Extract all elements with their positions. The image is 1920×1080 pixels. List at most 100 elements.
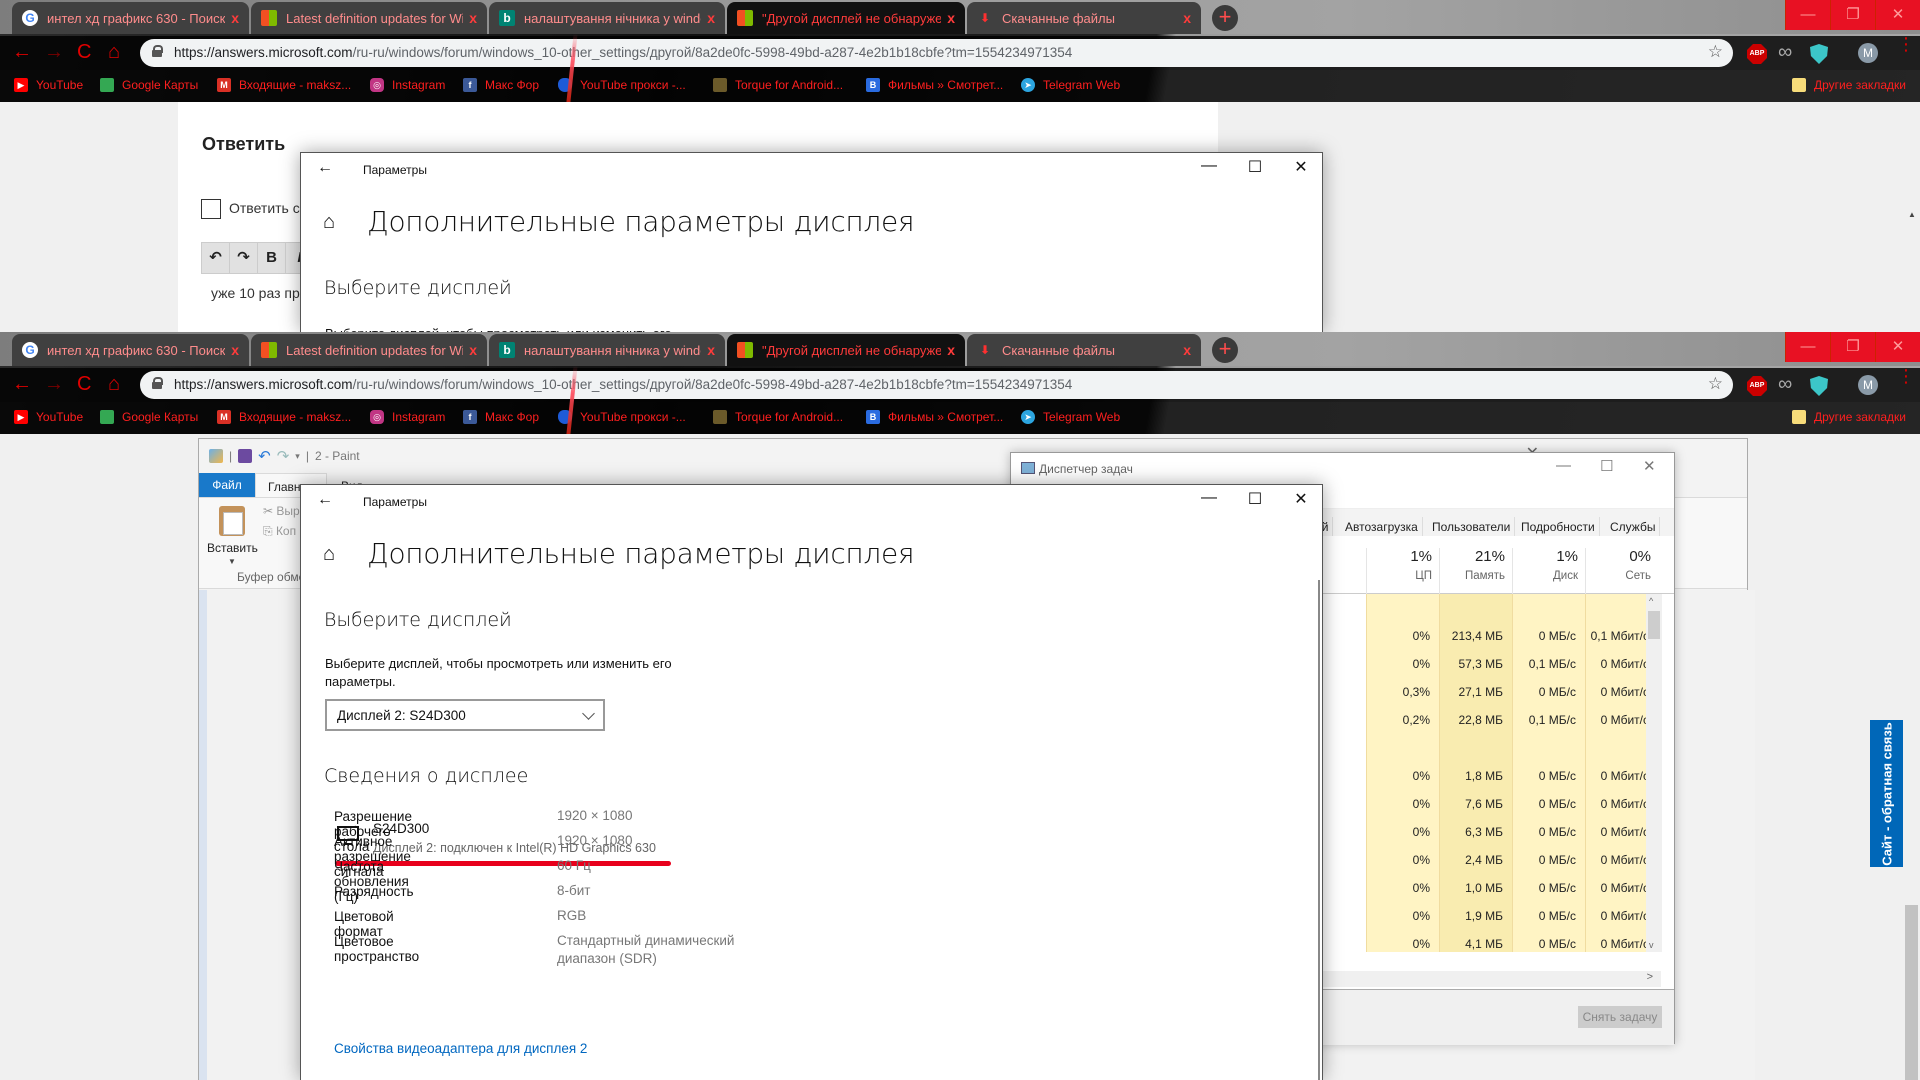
bookmark-instagram[interactable]: ◎ Instagram	[370, 410, 445, 424]
file-tab[interactable]: Файл	[199, 473, 255, 497]
browser-tab-active[interactable]: "Другой дисплей не обнаружен" x	[727, 2, 965, 34]
tab-startup[interactable]: Автозагрузка	[1341, 517, 1423, 537]
bookmark-gmail[interactable]: M Входящие - maksz...	[217, 78, 351, 92]
browser-restore-button[interactable]: ❐	[1830, 0, 1875, 30]
shield-extension-icon[interactable]	[1810, 376, 1828, 396]
bookmark-youtube-proxy[interactable]: YouTube прокси -...	[558, 410, 686, 424]
reload-icon[interactable]: C	[77, 41, 91, 64]
other-bookmarks-folder[interactable]: Другие закладки	[1792, 410, 1906, 424]
tab-details[interactable]: Подробности	[1517, 517, 1600, 537]
forward-icon[interactable]: →	[44, 41, 64, 64]
cut-button[interactable]: ✂ Выр	[263, 504, 300, 518]
close-tab-icon[interactable]: x	[231, 10, 239, 26]
browser-restore-button[interactable]: ❐	[1830, 332, 1875, 362]
new-tab-button[interactable]: +	[1212, 337, 1238, 363]
close-tab-icon[interactable]: x	[947, 342, 955, 358]
address-bar[interactable]: https://answers.microsoft.com/ru-ru/wind…	[140, 371, 1733, 399]
adapter-properties-link[interactable]: Свойства видеоадаптера для дисплея 2	[334, 1041, 587, 1056]
maximize-button[interactable]: ☐	[1232, 157, 1278, 177]
reload-icon[interactable]: C	[77, 373, 91, 396]
bookmark-telegram[interactable]: ➤ Telegram Web	[1021, 78, 1120, 92]
kebab-menu-icon[interactable]: ⋮	[1897, 35, 1915, 53]
feedback-tab[interactable]: Сайт - обратная связь	[1870, 720, 1903, 867]
bookmark-google-maps[interactable]: Google Карты	[100, 78, 198, 92]
network-column-header[interactable]: 0% Сеть	[1585, 548, 1657, 594]
customize-qat-icon[interactable]: ▾	[295, 451, 300, 462]
close-tab-icon[interactable]: x	[707, 10, 715, 26]
memory-column-header[interactable]: 21% Память	[1439, 548, 1511, 594]
page-scrollbar-thumb[interactable]	[1905, 905, 1918, 1080]
redo-button[interactable]: ↷	[230, 243, 258, 273]
browser-tab[interactable]: b налаштування нічника у windows x	[489, 334, 725, 366]
minimize-button[interactable]: —	[1186, 157, 1232, 175]
close-button[interactable]: ✕	[1278, 157, 1322, 177]
bookmark-youtube[interactable]: ▶ YouTube	[14, 78, 83, 92]
browser-tab[interactable]: b налаштування нічника у windows x	[489, 2, 725, 34]
home-icon[interactable]: ⌂	[323, 211, 335, 234]
home-icon[interactable]: ⌂	[108, 373, 120, 396]
tab-services[interactable]: Службы	[1606, 517, 1661, 537]
kebab-menu-icon[interactable]: ⋮	[1897, 367, 1915, 385]
cpu-column-header[interactable]: 1% ЦП	[1366, 548, 1438, 594]
scroll-down-arrow[interactable]: v	[1649, 940, 1654, 950]
profile-avatar[interactable]: M	[1858, 375, 1878, 395]
save-icon[interactable]	[238, 449, 253, 463]
close-tab-icon[interactable]: x	[947, 10, 955, 26]
bookmark-instagram[interactable]: ◎ Instagram	[370, 78, 445, 92]
page-scroll-up-arrow[interactable]: ▲	[1908, 210, 1916, 219]
maximize-button[interactable]: ☐	[1232, 489, 1278, 509]
close-button[interactable]: ✕	[1278, 489, 1322, 509]
display-select-dropdown[interactable]: Дисплей 2: S24D300	[325, 699, 605, 731]
adblock-plus-icon[interactable]: ABP	[1747, 44, 1767, 64]
tm-vertical-scrollbar[interactable]: ^ v	[1646, 594, 1662, 952]
bookmark-telegram[interactable]: ➤ Telegram Web	[1021, 410, 1120, 424]
bookmark-facebook[interactable]: f Макс Фор	[463, 78, 539, 92]
back-icon[interactable]: ←	[12, 373, 32, 396]
scroll-right-arrow[interactable]: >	[1647, 971, 1653, 983]
browser-minimize-button[interactable]: —	[1785, 332, 1830, 362]
scroll-up-arrow[interactable]: ^	[1649, 596, 1653, 606]
copy-button[interactable]: ⎘ Коп	[263, 524, 296, 539]
browser-tab[interactable]: ⬇ Скачанные файлы x	[967, 334, 1201, 366]
back-icon[interactable]: ←	[12, 41, 32, 64]
home-icon[interactable]: ⌂	[323, 543, 335, 566]
bookmark-facebook[interactable]: f Макс Фор	[463, 410, 539, 424]
redo-icon[interactable]: ↷	[277, 447, 290, 465]
other-bookmarks-folder[interactable]: Другие закладки	[1792, 78, 1906, 92]
back-arrow-icon[interactable]: ←	[317, 491, 333, 509]
bookmark-films[interactable]: B Фильмы » Смотрет...	[866, 410, 1003, 424]
profile-avatar[interactable]: M	[1858, 43, 1878, 63]
close-tab-icon[interactable]: x	[469, 10, 477, 26]
paste-button[interactable]: Вставить	[207, 541, 258, 555]
browser-tab[interactable]: G интел хд графикс 630 - Поиск в Google …	[12, 334, 249, 366]
forward-icon[interactable]: →	[44, 373, 64, 396]
bookmark-star-icon[interactable]: ☆	[1708, 374, 1723, 394]
browser-tab[interactable]: ⬇ Скачанные файлы x	[967, 2, 1201, 34]
bookmark-star-icon[interactable]: ☆	[1708, 42, 1723, 62]
infinity-extension-icon[interactable]: ∞	[1778, 41, 1792, 64]
close-tab-icon[interactable]: x	[469, 342, 477, 358]
minimize-button[interactable]: —	[1186, 489, 1232, 507]
bookmark-torque[interactable]: Torque for Android...	[713, 78, 843, 92]
back-arrow-icon[interactable]: ←	[317, 159, 333, 177]
paste-icon[interactable]	[219, 506, 245, 536]
new-tab-button[interactable]: +	[1212, 5, 1238, 31]
home-icon[interactable]: ⌂	[108, 41, 120, 64]
shield-extension-icon[interactable]	[1810, 44, 1828, 64]
bookmark-films[interactable]: B Фильмы » Смотрет...	[866, 78, 1003, 92]
infinity-extension-icon[interactable]: ∞	[1778, 373, 1792, 396]
tm-minimize-button[interactable]: —	[1556, 457, 1571, 474]
bookmark-torque[interactable]: Torque for Android...	[713, 410, 843, 424]
tm-close-button[interactable]: ✕	[1643, 457, 1656, 475]
settings-scrollbar[interactable]	[1318, 580, 1320, 1080]
tab-users[interactable]: Пользователи	[1428, 517, 1516, 537]
browser-tab[interactable]: Latest definition updates for Windows x	[251, 2, 487, 34]
close-tab-icon[interactable]: x	[1183, 342, 1191, 358]
adblock-plus-icon[interactable]: ABP	[1747, 376, 1767, 396]
bookmark-gmail[interactable]: M Входящие - maksz...	[217, 410, 351, 424]
end-task-button[interactable]: Снять задачу	[1578, 1006, 1662, 1028]
close-tab-icon[interactable]: x	[231, 342, 239, 358]
browser-minimize-button[interactable]: —	[1785, 0, 1830, 30]
address-bar[interactable]: https://answers.microsoft.com/ru-ru/wind…	[140, 39, 1733, 67]
tm-maximize-button[interactable]: ☐	[1600, 457, 1613, 475]
